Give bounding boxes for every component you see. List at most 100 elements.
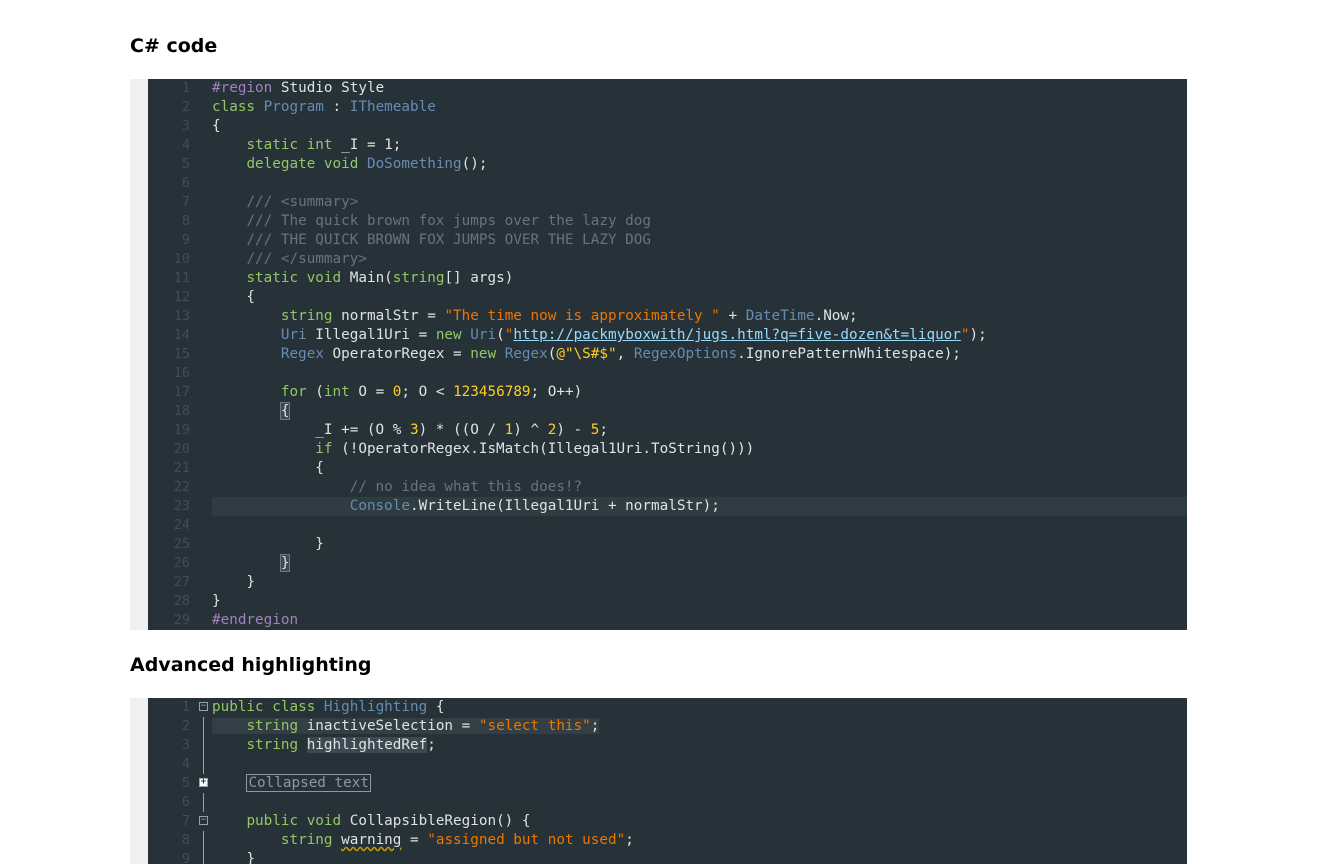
code-text[interactable]: } [212,535,1187,554]
code-text[interactable]: public class Highlighting { [212,698,1187,717]
line-number: 12 [173,289,190,305]
code-text[interactable]: string highlightedRef; [212,736,1187,755]
code-line[interactable]: 7− public void CollapsibleRegion() { [148,812,1187,831]
code-line[interactable]: 15 Regex OperatorRegex = new Regex(@"\S#… [148,345,1187,364]
code-line[interactable]: 4 static int _I = 1; [148,136,1187,155]
code-text[interactable]: } [212,554,1187,573]
code-line[interactable]: 7 /// <summary> [148,193,1187,212]
code-text[interactable]: /// <summary> [212,193,1187,212]
code-line[interactable]: 3{ [148,117,1187,136]
code-text[interactable]: string inactiveSelection = "select this"… [212,717,1187,736]
code-line[interactable]: 20 if (!OperatorRegex.IsMatch(Illegal1Ur… [148,440,1187,459]
code-text[interactable]: class Program : IThemeable [212,98,1187,117]
collapse-icon[interactable]: − [198,812,212,831]
code-line[interactable]: 11 static void Main(string[] args) [148,269,1187,288]
code-text[interactable]: static void Main(string[] args) [212,269,1187,288]
line-number: 3 [181,737,190,753]
code-text[interactable] [212,364,1187,383]
expand-icon[interactable]: + [198,774,212,793]
code-line[interactable]: 8 string warning = "assigned but not use… [148,831,1187,850]
code-text[interactable]: string normalStr = "The time now is appr… [212,307,1187,326]
code-lines[interactable]: 1 #region Studio Style 2 class Program : IT… [148,79,1187,630]
code-line[interactable]: 28} [148,592,1187,611]
code-line[interactable]: 8 /// The quick brown fox jumps over the… [148,212,1187,231]
code-text[interactable]: _I += (O % 3) * ((O / 1) ^ 2) - 5; [212,421,1187,440]
code-text[interactable]: /// THE QUICK BROWN FOX JUMPS OVER THE L… [212,231,1187,250]
fold-guide-line [198,717,212,736]
code-text[interactable]: Collapsed text [212,774,1187,793]
code-line[interactable]: 14 Uri Illegal1Uri = new Uri("http://pac… [148,326,1187,345]
code-text[interactable]: delegate void DoSomething(); [212,155,1187,174]
code-text[interactable]: Uri Illegal1Uri = new Uri("http://packmy… [212,326,1187,345]
code-text[interactable] [212,516,1187,535]
code-text[interactable] [212,793,1187,812]
code-line[interactable]: 22 // no idea what this does!? [148,478,1187,497]
line-number: 7 [181,194,190,210]
code-line[interactable]: 24 [148,516,1187,535]
code-line[interactable]: 4 [148,755,1187,774]
code-text[interactable]: #region Studio Style [212,79,1187,98]
code-line[interactable]: 2 string inactiveSelection = "select thi… [148,717,1187,736]
code-text[interactable]: string warning = "assigned but not used"… [212,831,1187,850]
code-line[interactable]: 26 } [148,554,1187,573]
code-line[interactable]: 6 [148,793,1187,812]
line-number: 8 [181,832,190,848]
code-line[interactable]: 23 Console.WriteLine(Illegal1Uri + norma… [148,497,1187,516]
code-text[interactable]: } [212,850,1187,864]
code-line[interactable]: 5 delegate void DoSomething(); [148,155,1187,174]
code-text[interactable]: Regex OperatorRegex = new Regex(@"\S#$",… [212,345,1187,364]
code-line[interactable]: 25 } [148,535,1187,554]
code-line[interactable]: 1 #region Studio Style [148,79,1187,98]
code-line[interactable]: 10 /// </summary> [148,250,1187,269]
line-number: 10 [173,251,190,267]
code-editor-advanced[interactable]: 1− public class Highlighting {2 string in… [130,698,1187,864]
code-line[interactable]: 9 /// THE QUICK BROWN FOX JUMPS OVER THE… [148,231,1187,250]
code-line[interactable]: 3 string highlightedRef; [148,736,1187,755]
code-line[interactable]: 1− public class Highlighting { [148,698,1187,717]
code-text[interactable]: { [212,288,1187,307]
code-text[interactable]: { [212,402,1187,421]
code-line[interactable]: 16 [148,364,1187,383]
code-line[interactable]: 6 [148,174,1187,193]
code-text[interactable]: /// </summary> [212,250,1187,269]
code-line[interactable]: 27 } [148,573,1187,592]
code-line[interactable]: 2 class Program : IThemeable [148,98,1187,117]
code-line[interactable]: 5 + Collapsed text [148,774,1187,793]
collapse-icon[interactable]: − [198,698,212,717]
code-text[interactable]: public void CollapsibleRegion() { [212,812,1187,831]
code-text[interactable]: #endregion [212,611,1187,630]
code-text[interactable]: for (int O = 0; O < 123456789; O++) [212,383,1187,402]
code-text[interactable]: if (!OperatorRegex.IsMatch(Illegal1Uri.T… [212,440,1187,459]
code-text[interactable] [212,755,1187,774]
code-lines[interactable]: 1− public class Highlighting {2 string in… [148,698,1187,864]
fold-guide-line [198,850,212,864]
code-line[interactable]: 29 #endregion [148,611,1187,630]
code-line[interactable]: 18 { [148,402,1187,421]
line-number: 18 [173,403,190,419]
code-text[interactable]: /// The quick brown fox jumps over the l… [212,212,1187,231]
line-number: 11 [173,270,190,286]
code-line[interactable]: 12 { [148,288,1187,307]
code-text[interactable]: static int _I = 1; [212,136,1187,155]
code-line[interactable]: 9 } [148,850,1187,864]
code-text[interactable]: } [212,592,1187,611]
code-line[interactable]: 19 _I += (O % 3) * ((O / 1) ^ 2) - 5; [148,421,1187,440]
code-text[interactable]: { [212,117,1187,136]
code-text[interactable]: } [212,573,1187,592]
code-text[interactable]: { [212,459,1187,478]
code-text[interactable]: Console.WriteLine(Illegal1Uri + normalSt… [212,497,1187,516]
code-text[interactable]: // no idea what this does!? [212,478,1187,497]
code-line[interactable]: 17 for (int O = 0; O < 123456789; O++) [148,383,1187,402]
line-number: 21 [173,460,190,476]
code-text[interactable] [212,174,1187,193]
code-line[interactable]: 21 { [148,459,1187,478]
code-line[interactable]: 13 string normalStr = "The time now is a… [148,307,1187,326]
fold-guide-line [198,755,212,774]
line-number: 4 [181,137,190,153]
line-number: 1 [181,699,190,715]
line-number: 5 [181,775,190,791]
line-number: 7 [181,813,190,829]
fold-guide-line [198,793,212,812]
line-number: 2 [181,718,190,734]
code-editor-csharp[interactable]: 1 #region Studio Style 2 class Program : IT… [130,79,1187,630]
